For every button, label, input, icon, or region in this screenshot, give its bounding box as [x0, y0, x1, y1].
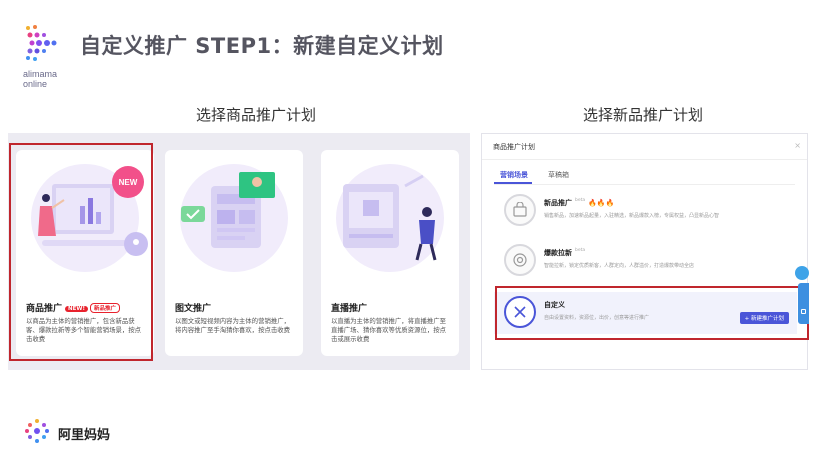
image-text-illustration-icon	[180, 164, 288, 272]
scenario-row-hot-item[interactable]: 爆款拉新 beta 智能拉新，锁定优质新客，人群定向，人群溢价，打造爆款带动全店	[494, 240, 797, 282]
card-live-promotion[interactable]: 直播推广 以直播为主体的营销推广，将直播推广至直播广场、猜你喜欢等优质资源位，按…	[321, 150, 459, 356]
dialog-title: 商品推广计划	[493, 143, 535, 151]
tab-active-indicator	[494, 182, 532, 184]
section-label-left: 选择商品推广计划	[196, 106, 317, 124]
scenario-description: 销售新品，加速新品起量，入驻精选，新品爆款入榜，专属权益，凸显新品心智	[544, 213, 720, 219]
card-title: 直播推广	[331, 304, 368, 314]
footer-brand: 阿里妈妈	[58, 428, 111, 443]
tab-divider	[494, 184, 795, 185]
live-streaming-illustration-icon	[336, 164, 444, 272]
scenario-row-new-product[interactable]: 新品推广 beta 🔥🔥🔥 销售新品，加速新品起量，入驻精选，新品爆款入榜，专属权益…	[494, 190, 797, 232]
close-icon[interactable]: ×	[794, 141, 801, 150]
highlight-box-product-promotion	[9, 143, 153, 361]
scenario-name: 爆款拉新 beta	[544, 248, 586, 257]
card-description: 以图文或短视频内容为主体的营销推广，将内容推广至手淘猜你喜欢，按点击收费	[175, 317, 291, 334]
scenario-description: 智能拉新，锁定优质新客，人群定向，人群溢价，打造爆款带动全店	[544, 263, 695, 269]
alimama-footer-logo-icon	[25, 419, 49, 443]
section-label-right: 选择新品推广计划	[583, 106, 704, 124]
side-toolbar[interactable]	[798, 283, 809, 324]
tab-drafts[interactable]: 草稿箱	[548, 170, 569, 180]
divider	[482, 159, 807, 160]
scenario-name: 新品推广 beta 🔥🔥🔥	[544, 198, 615, 207]
card-title: 图文推广	[175, 304, 212, 314]
side-toolbar-icon	[801, 309, 806, 314]
new-product-bag-icon	[504, 194, 536, 226]
alimama-logo-icon	[26, 25, 57, 61]
floating-help-icon[interactable]	[795, 266, 809, 280]
hot-item-target-icon	[504, 244, 536, 276]
card-description: 以直播为主体的营销推广，将直播推广至直播广场、猜你喜欢等优质资源位，按点击或展示…	[331, 317, 447, 343]
tab-marketing-scenario[interactable]: 营销场景	[500, 170, 528, 180]
card-image-text-promotion[interactable]: 图文推广 以图文或短视频内容为主体的营销推广，将内容推广至手淘猜你喜欢，按点击收…	[165, 150, 303, 356]
logo-wordmark: alimama online	[23, 69, 58, 89]
highlight-box-custom	[495, 286, 809, 340]
page-title: 自定义推广 STEP1：新建自定义计划	[80, 34, 444, 58]
fire-icon: 🔥🔥🔥	[588, 199, 615, 207]
